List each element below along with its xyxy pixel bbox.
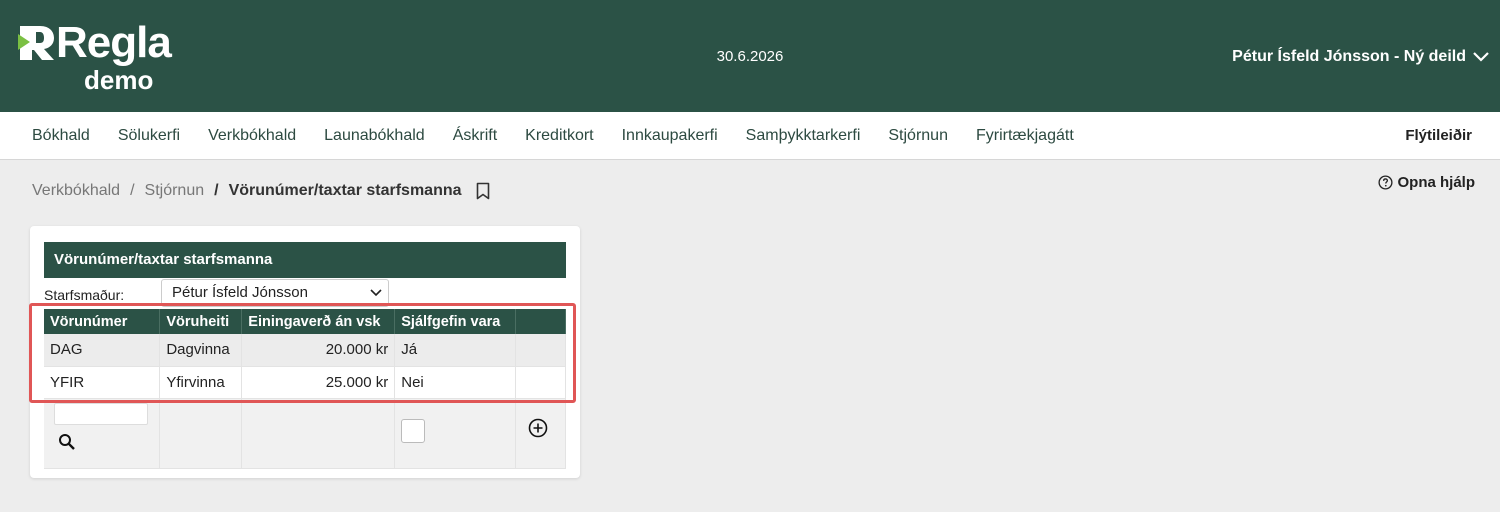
cell-default: Já: [394, 334, 517, 367]
panel-title: Vörunúmer/taxtar starfsmanna: [44, 242, 566, 278]
employee-select-value: Pétur Ísfeld Jónsson: [172, 284, 308, 301]
cell-name: Dagvinna: [159, 334, 243, 367]
employee-select[interactable]: Pétur Ísfeld Jónsson: [161, 279, 389, 307]
help-label: Opna hjálp: [1397, 174, 1475, 191]
column-header-actions: [515, 309, 566, 334]
user-name: Pétur Ísfeld Jónsson - Ný deild: [1232, 48, 1466, 65]
shortcuts-menu[interactable]: Flýtileiðir: [1405, 112, 1472, 160]
breadcrumb-verkbokhald[interactable]: Verkbókhald: [32, 182, 120, 200]
rates-panel: Vörunúmer/taxtar starfsmanna Starfsmaður…: [30, 226, 580, 478]
bookmark-icon[interactable]: [476, 182, 490, 200]
new-row-code-cell: [44, 398, 161, 469]
logo-subtitle: demo: [84, 65, 154, 95]
chevron-down-icon: [370, 289, 382, 297]
column-header-voruheiti[interactable]: Vöruheiti: [159, 309, 243, 334]
employee-label: Starfsmaður:: [44, 287, 125, 303]
cell-price: 20.000 kr: [241, 334, 396, 367]
user-menu[interactable]: Pétur Ísfeld Jónsson - Ný deild: [1232, 48, 1490, 66]
new-row-name-cell: [159, 398, 243, 469]
column-header-einingaverd[interactable]: Einingaverð án vsk: [241, 309, 396, 334]
logo-r-mark-icon: [18, 26, 54, 60]
chevron-down-icon: [1473, 52, 1489, 62]
table-row[interactable]: DAG Dagvinna 20.000 kr Já: [44, 334, 566, 367]
breadcrumb-current: Vörunúmer/taxtar starfsmanna: [228, 182, 462, 199]
top-bar: Regla demo 30.6.2026 Pétur Ísfeld Jónsso…: [0, 0, 1500, 112]
nav-item-verkbokhald[interactable]: Verkbókhald: [194, 127, 310, 145]
cell-price: 25.000 kr: [241, 366, 396, 399]
nav-item-askrift[interactable]: Áskrift: [439, 127, 511, 145]
nav-item-bokhald[interactable]: Bókhald: [18, 127, 104, 145]
logo[interactable]: Regla demo: [18, 20, 172, 96]
new-row-default-cell: [394, 398, 517, 469]
column-header-sjalfgefin[interactable]: Sjálfgefin vara: [394, 309, 517, 334]
cell-default: Nei: [394, 366, 517, 399]
nav-item-launabokhald[interactable]: Launabókhald: [310, 127, 439, 145]
breadcrumb-stjornun[interactable]: Stjórnun: [145, 182, 205, 200]
search-icon[interactable]: [58, 433, 76, 451]
table-row[interactable]: YFIR Yfirvinna 25.000 kr Nei: [44, 366, 566, 399]
breadcrumb-separator: /: [130, 182, 135, 199]
logo-text: Regla: [56, 18, 172, 67]
add-circle-icon[interactable]: [528, 418, 548, 438]
new-row: [44, 398, 566, 469]
breadcrumb: Verkbókhald / Stjórnun / Vörunúmer/taxta…: [32, 180, 490, 202]
breadcrumb-separator: /: [214, 182, 219, 199]
main-nav: Bókhald Sölukerfi Verkbókhald Launabókha…: [0, 112, 1500, 160]
column-header-vorunumer[interactable]: Vörunúmer: [44, 309, 161, 334]
default-checkbox[interactable]: [401, 418, 426, 443]
open-help-button[interactable]: Opna hjálp: [1378, 174, 1475, 191]
nav-item-kreditkort[interactable]: Kreditkort: [511, 127, 607, 145]
new-row-action-cell: [515, 398, 566, 469]
cell-code: DAG: [44, 334, 161, 367]
cell-actions: [515, 366, 566, 399]
cell-code: YFIR: [44, 366, 161, 399]
new-row-price-cell: [241, 398, 396, 469]
cell-actions: [515, 334, 566, 367]
current-date: 30.6.2026: [716, 48, 784, 65]
new-code-input[interactable]: [54, 402, 148, 425]
nav-item-fyrirtaekjagatt[interactable]: Fyrirtækjagátt: [962, 127, 1088, 145]
cell-name: Yfirvinna: [159, 366, 243, 399]
nav-item-stjornun[interactable]: Stjórnun: [874, 127, 962, 145]
nav-item-samthykktarkerfi[interactable]: Samþykktarkerfi: [732, 127, 875, 145]
nav-item-innkaupakerfi[interactable]: Innkaupakerfi: [608, 127, 732, 145]
rates-table: Vörunúmer Vöruheiti Einingaverð án vsk S…: [44, 309, 566, 469]
nav-item-solukerfi[interactable]: Sölukerfi: [104, 127, 194, 145]
employee-row: Starfsmaður: Pétur Ísfeld Jónsson: [44, 279, 389, 307]
help-icon: [1378, 175, 1394, 190]
